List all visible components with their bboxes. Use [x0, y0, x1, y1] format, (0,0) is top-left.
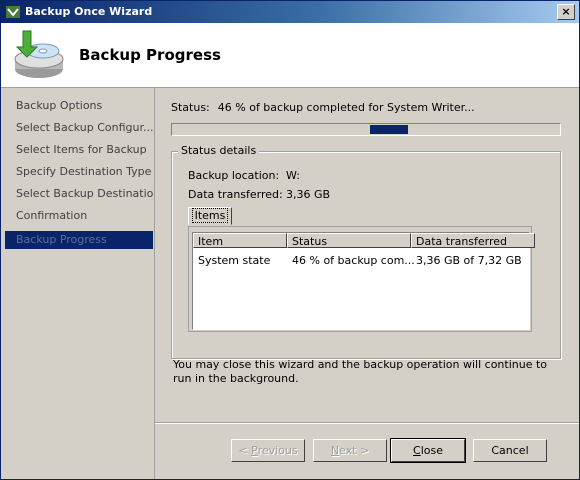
- wizard-window: Backup Once Wizard × Backup Progress Bac…: [0, 0, 580, 480]
- window-title: Backup Once Wizard: [25, 5, 153, 18]
- tab-items[interactable]: Items: [188, 207, 232, 225]
- close-wizard-note: You may close this wizard and the backup…: [173, 358, 548, 385]
- row-item-cell: System state: [198, 254, 271, 267]
- status-line: Status: 46 % of backup completed for Syst…: [171, 101, 483, 114]
- backup-drive-icon: [14, 30, 64, 78]
- previous-button-prefix: <: [238, 444, 252, 457]
- previous-button-suffix: revious: [257, 444, 298, 457]
- close-button-suffix: lose: [420, 444, 443, 457]
- sidebar-item-backup-progress: Backup Progress: [5, 231, 153, 249]
- footer-divider: [155, 422, 579, 424]
- sidebar-item-select-items: Select Items for Backup: [16, 143, 147, 156]
- sidebar-item-backup-options: Backup Options: [16, 99, 103, 112]
- backup-location-label: Backup location:: [188, 169, 280, 182]
- status-details-legend: Status details: [178, 144, 260, 157]
- status-label: Status:: [171, 101, 210, 114]
- wizard-header: Backup Progress: [1, 23, 579, 88]
- data-transferred-label: Data transferred:: [188, 188, 283, 201]
- backup-location-value: W:: [286, 169, 300, 182]
- wizard-steps-sidebar: Backup Options Select Backup Configur...…: [1, 88, 155, 479]
- status-details-group: Status details Backup location: W: Data …: [171, 144, 561, 359]
- sidebar-item-confirmation: Confirmation: [16, 209, 88, 222]
- next-button-mnemonic: N: [330, 444, 340, 457]
- cancel-button[interactable]: Cancel: [473, 439, 547, 462]
- page-title: Backup Progress: [79, 46, 221, 64]
- sidebar-item-destination-type: Specify Destination Type: [16, 165, 152, 178]
- column-header-status[interactable]: Status: [287, 233, 411, 248]
- tab-items-label: Items: [191, 208, 229, 223]
- items-tab-panel: Item Status Data transferred System stat…: [188, 226, 535, 332]
- table-row[interactable]: System state 46 % of backup com... 3,36 …: [193, 253, 533, 269]
- wizard-content: Status: 46 % of backup completed for Syst…: [155, 88, 579, 479]
- list-header: Item Status Data transferred: [193, 233, 535, 250]
- column-header-item[interactable]: Item: [193, 233, 287, 248]
- column-header-data-transferred[interactable]: Data transferred: [411, 233, 535, 248]
- next-button[interactable]: Next >: [313, 439, 387, 462]
- app-icon: [6, 6, 20, 18]
- previous-button[interactable]: < Previous: [231, 439, 305, 462]
- close-button[interactable]: Close: [390, 438, 466, 463]
- title-bar[interactable]: Backup Once Wizard ×: [1, 1, 579, 23]
- items-list-view[interactable]: Item Status Data transferred System stat…: [192, 232, 535, 330]
- backup-progress-bar: [171, 123, 561, 136]
- next-button-suffix: ext >: [339, 444, 370, 457]
- progress-marquee-block: [370, 125, 408, 134]
- row-transferred-cell: 3,36 GB of 7,32 GB: [416, 254, 522, 267]
- close-button-mnemonic: C: [413, 444, 421, 457]
- sidebar-item-backup-destination: Select Backup Destination: [16, 187, 153, 200]
- sidebar-item-select-backup-configuration: Select Backup Configur...: [16, 121, 153, 134]
- window-close-button[interactable]: ×: [557, 4, 575, 20]
- row-status-cell: 46 % of backup com...: [292, 254, 415, 267]
- status-value: 46 % of backup completed for System Writ…: [217, 101, 475, 114]
- data-transferred-value: 3,36 GB: [286, 188, 331, 201]
